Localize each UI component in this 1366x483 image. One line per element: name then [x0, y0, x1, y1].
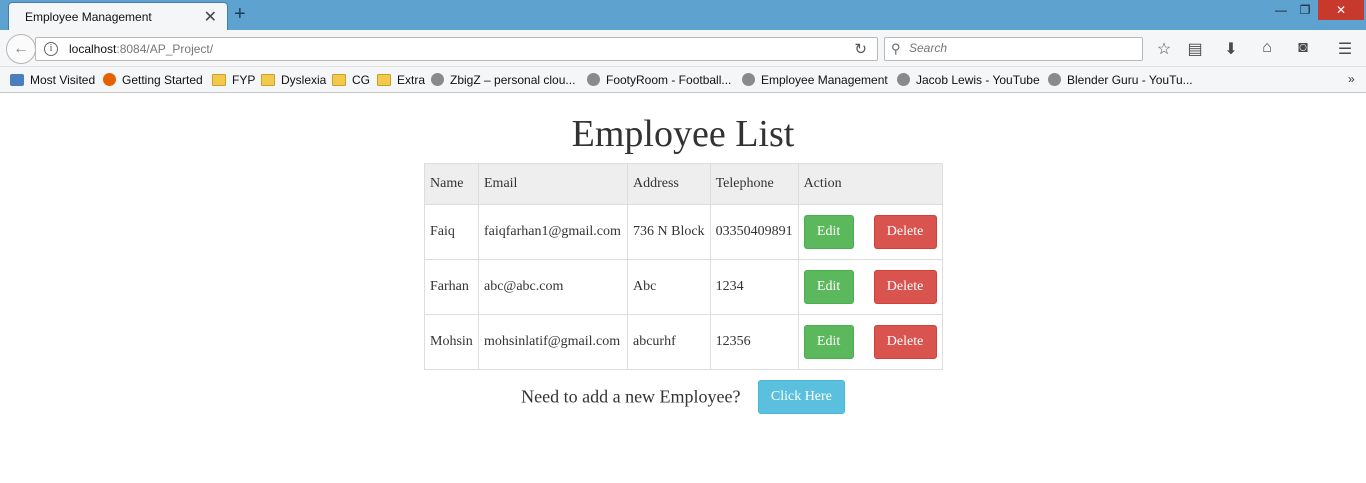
column-header-telephone: Telephone — [709, 163, 799, 205]
search-icon: ⚲ — [891, 41, 901, 56]
navigation-toolbar: i localhost:8084/AP_Project/ ↻ ← ⚲ ☆ ▤ ⬇… — [0, 30, 1366, 67]
globe-icon — [587, 73, 600, 86]
cell-telephone: 1234 — [709, 259, 799, 315]
bookmark-dyslexia[interactable]: Dyslexia — [261, 73, 326, 87]
tab-strip: Employee Management ✕ + — ❐ ✕ — [0, 0, 1366, 30]
bookmarks-bar: Most Visited Getting Started FYP Dyslexi… — [0, 67, 1366, 93]
cell-telephone: 03350409891 — [709, 204, 799, 260]
cell-name: Farhan — [424, 259, 479, 315]
folder-icon — [332, 74, 346, 86]
delete-button[interactable]: Delete — [873, 325, 937, 359]
cell-name: Faiq — [424, 204, 479, 260]
column-header-address: Address — [627, 163, 711, 205]
cell-name: Mohsin — [424, 314, 479, 370]
column-header-action: Action — [797, 163, 943, 205]
bookmark-extra[interactable]: Extra — [377, 73, 425, 87]
bookmark-footyroom[interactable]: FootyRoom - Football... — [587, 73, 731, 87]
page-title: Employee List — [571, 113, 795, 155]
cell-email: faiqfarhan1@gmail.com — [478, 204, 628, 260]
globe-icon — [431, 73, 444, 86]
bookmark-employee-management[interactable]: Employee Management — [742, 73, 888, 87]
add-employee-button[interactable]: Click Here — [757, 380, 845, 414]
download-icon[interactable]: ⬇ — [1220, 39, 1242, 59]
most-visited-icon — [10, 74, 24, 86]
cell-actions: Edit Delete — [797, 259, 943, 315]
cell-actions: Edit Delete — [797, 314, 943, 370]
search-input[interactable] — [909, 41, 1129, 55]
edit-button[interactable]: Edit — [803, 325, 854, 359]
delete-button[interactable]: Delete — [873, 270, 937, 304]
bookmark-jacob-lewis[interactable]: Jacob Lewis - YouTube — [897, 73, 1040, 87]
table-row: Faiq faiqfarhan1@gmail.com 736 N Block 0… — [424, 204, 943, 260]
globe-icon — [897, 73, 910, 86]
cell-telephone: 12356 — [709, 314, 799, 370]
add-employee-prompt: Need to add a new Employee? — [521, 386, 741, 407]
bookmark-cg[interactable]: CG — [332, 73, 370, 87]
reading-list-icon[interactable]: ▤ — [1184, 39, 1206, 59]
cell-actions: Edit Delete — [797, 204, 943, 260]
column-header-email: Email — [478, 163, 628, 205]
info-icon[interactable]: i — [44, 42, 58, 56]
reload-icon[interactable]: ↻ — [854, 40, 867, 58]
edit-button[interactable]: Edit — [803, 215, 854, 249]
url-bar[interactable]: i localhost:8084/AP_Project/ ↻ — [35, 37, 878, 61]
folder-icon — [261, 74, 275, 86]
browser-tab[interactable]: Employee Management ✕ — [8, 2, 228, 30]
cell-address: abcurhf — [627, 314, 711, 370]
folder-icon — [212, 74, 226, 86]
home-icon[interactable]: ⌂ — [1256, 39, 1278, 57]
cell-address: 736 N Block — [627, 204, 711, 260]
back-arrow-icon[interactable]: ← — [6, 34, 36, 64]
pocket-icon[interactable]: ◙ — [1292, 39, 1314, 57]
delete-button[interactable]: Delete — [873, 215, 937, 249]
close-tab-icon[interactable]: ✕ — [204, 7, 217, 27]
column-header-name: Name — [424, 163, 479, 205]
bookmark-zbigz[interactable]: ZbigZ – personal clou... — [431, 73, 575, 87]
search-bar[interactable]: ⚲ — [884, 37, 1143, 61]
cell-email: mohsinlatif@gmail.com — [478, 314, 628, 370]
window-close-icon[interactable]: ✕ — [1318, 0, 1364, 20]
add-employee-section: Need to add a new Employee? Click Here — [0, 380, 1366, 414]
edit-button[interactable]: Edit — [803, 270, 854, 304]
bookmark-fyp[interactable]: FYP — [212, 73, 255, 87]
bookmark-most-visited[interactable]: Most Visited — [10, 73, 95, 87]
firefox-icon — [103, 73, 116, 86]
tab-title: Employee Management — [25, 10, 152, 24]
globe-icon — [742, 73, 755, 86]
cell-email: abc@abc.com — [478, 259, 628, 315]
employee-table: Name Email Address Telephone Action Faiq… — [424, 163, 943, 370]
bookmark-star-icon[interactable]: ☆ — [1153, 39, 1175, 59]
menu-icon[interactable]: ☰ — [1334, 39, 1356, 59]
table-row: Mohsin mohsinlatif@gmail.com abcurhf 123… — [424, 314, 943, 370]
globe-icon — [1048, 73, 1061, 86]
bookmark-getting-started[interactable]: Getting Started — [103, 73, 203, 87]
table-header-row: Name Email Address Telephone Action — [424, 163, 943, 205]
restore-icon[interactable]: ❐ — [1290, 0, 1320, 20]
bookmark-blender-guru[interactable]: Blender Guru - YouTu... — [1048, 73, 1193, 87]
cell-address: Abc — [627, 259, 711, 315]
folder-icon — [377, 74, 391, 86]
new-tab-icon[interactable]: + — [234, 3, 246, 26]
url-text[interactable]: localhost:8084/AP_Project/ — [69, 42, 213, 56]
chevron-right-icon[interactable]: » — [1348, 72, 1355, 86]
table-row: Farhan abc@abc.com Abc 1234 Edit Delete — [424, 259, 943, 315]
